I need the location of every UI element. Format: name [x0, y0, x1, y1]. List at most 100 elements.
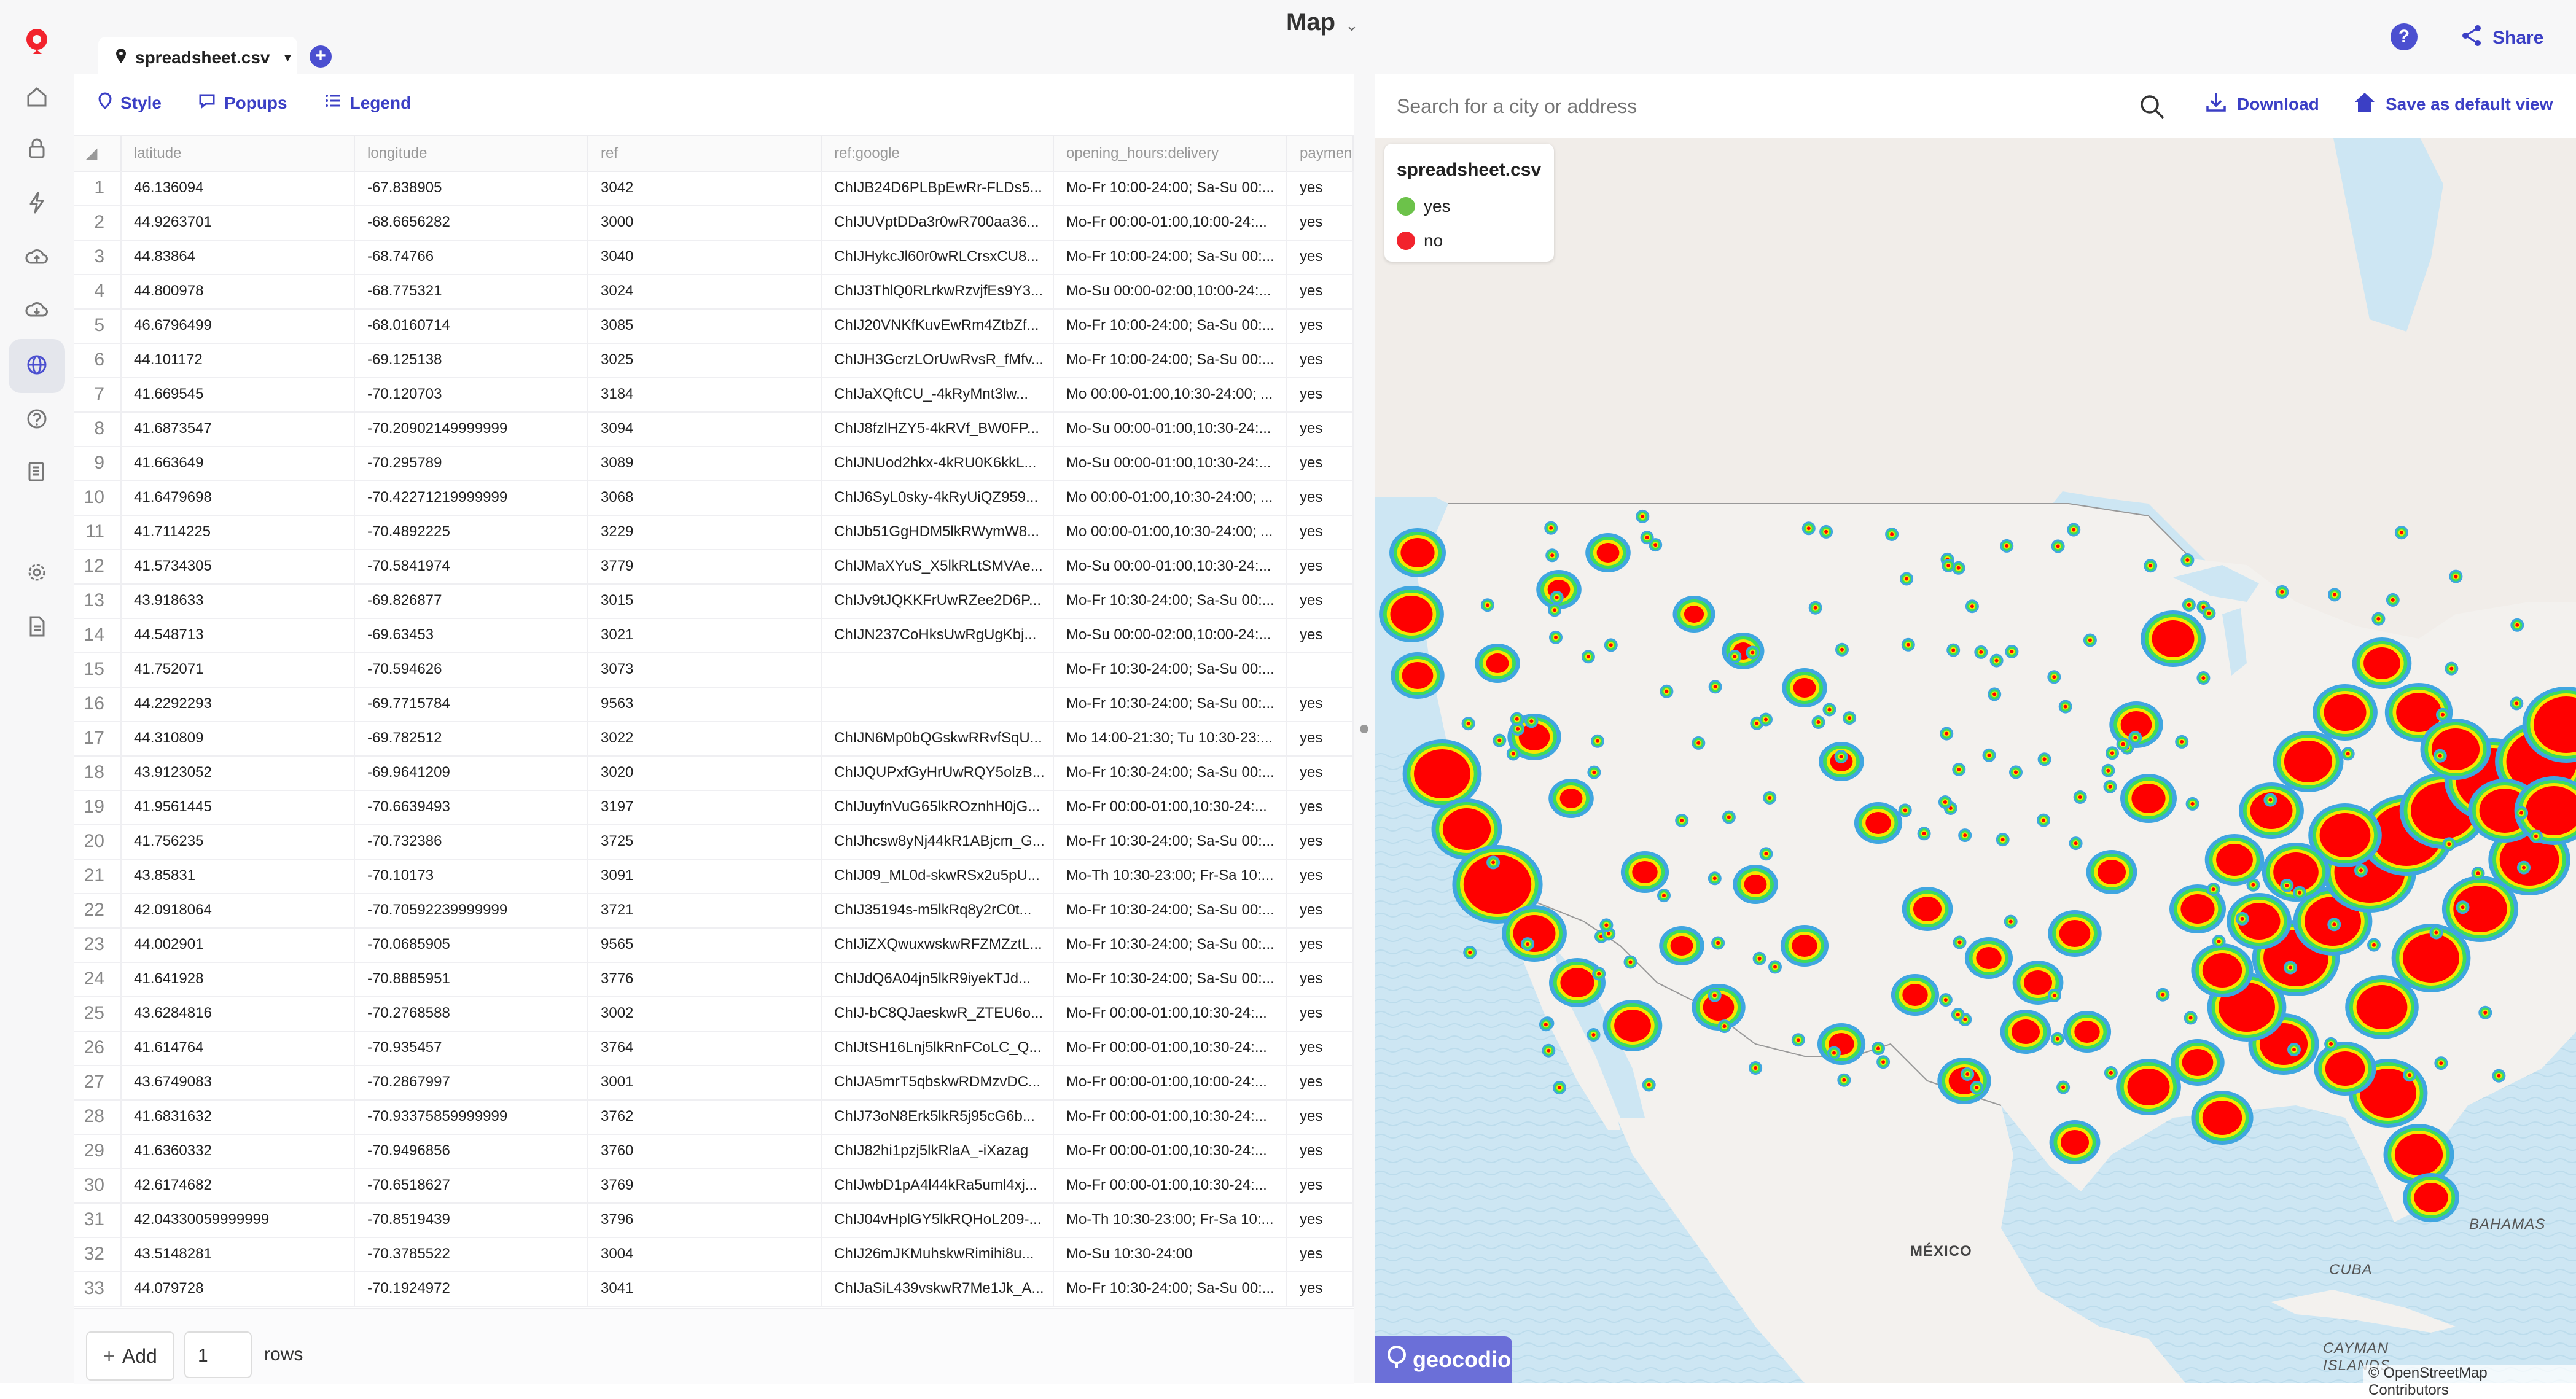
table-cell[interactable]: Mo-Fr 10:30-24:00; Sa-Su 00:... [1054, 962, 1287, 996]
book-icon[interactable] [22, 457, 52, 486]
table-row[interactable]: 1041.6479698-70.422712199999993068ChIJ6S… [74, 480, 1354, 516]
home-icon[interactable] [22, 82, 52, 112]
cloud-download-icon[interactable] [22, 295, 52, 324]
add-tab-button[interactable]: + [310, 45, 332, 68]
table-cell[interactable]: ChIJ73oN8Erk5lkR5j95cG6b... [822, 1099, 1054, 1134]
table-cell[interactable]: ChIJv9tJQKKFrUwRZee2D6P... [822, 583, 1054, 618]
table-cell[interactable]: ChIJA5mrT5qbskwRDMzvDC... [822, 1065, 1054, 1099]
table-cell[interactable]: ChIJN237CoHksUwRgUgKbj... [822, 618, 1054, 652]
table-cell[interactable]: 41.669545 [122, 377, 355, 411]
table-cell[interactable]: 3769 [588, 1168, 822, 1202]
table-cell[interactable]: -70.2768588 [355, 996, 588, 1031]
table-cell[interactable]: 41.6831632 [122, 1099, 355, 1134]
table-cell[interactable]: ChIJUVptDDa3r0wR700aa36... [822, 205, 1054, 240]
style-button[interactable]: Style [98, 92, 162, 114]
tab-spreadsheet[interactable]: spreadsheet.csv ▼ [98, 37, 297, 79]
table-row[interactable]: 3142.04330059999999-70.85194393796ChIJ04… [74, 1202, 1354, 1238]
table-cell[interactable]: yes [1287, 274, 1354, 308]
table-cell[interactable]: Mo 14:00-21:30; Tu 10:30-23:... [1054, 721, 1287, 755]
table-cell[interactable]: yes [1287, 1271, 1354, 1306]
table-cell[interactable]: 46.6796499 [122, 308, 355, 343]
table-cell[interactable]: -70.2867997 [355, 1065, 588, 1099]
table-cell[interactable]: Mo-Fr 10:30-24:00; Sa-Su 00:... [1054, 893, 1287, 927]
table-cell[interactable]: -70.594626 [355, 652, 588, 687]
table-cell[interactable]: -70.1924972 [355, 1271, 588, 1306]
table-cell[interactable]: Mo-Fr 10:30-24:00; Sa-Su 00:... [1054, 583, 1287, 618]
table-cell[interactable]: 44.310809 [122, 721, 355, 755]
table-cell[interactable]: -69.63453 [355, 618, 588, 652]
popups-button[interactable]: Popups [198, 92, 287, 114]
table-cell[interactable]: 3796 [588, 1202, 822, 1237]
globe-icon[interactable] [22, 350, 52, 380]
table-cell[interactable]: ChIJ04vHplGY5lkRQHoL209-... [822, 1202, 1054, 1237]
table-cell[interactable]: 44.800978 [122, 274, 355, 308]
table-cell[interactable]: 41.752071 [122, 652, 355, 687]
search-input[interactable] [1395, 87, 2012, 125]
table-cell[interactable]: 3022 [588, 721, 822, 755]
table-cell[interactable]: 3041 [588, 1271, 822, 1306]
table-cell[interactable]: 42.0918064 [122, 893, 355, 927]
table-cell[interactable]: 3762 [588, 1099, 822, 1134]
chevron-down-icon[interactable]: ⌄ [1345, 16, 1359, 35]
table-cell[interactable]: 44.079728 [122, 1271, 355, 1306]
table-cell[interactable]: yes [1287, 1065, 1354, 1099]
table-cell[interactable]: ChIJ26mJKMuhskwRimihi8u... [822, 1237, 1054, 1271]
table-row[interactable]: 1644.2292293-69.77157849563Mo-Fr 10:30-2… [74, 687, 1354, 722]
table-cell[interactable]: 44.83864 [122, 240, 355, 274]
table-cell[interactable]: Mo-Fr 00:00-01:00,10:30-24:... [1054, 996, 1287, 1031]
table-cell[interactable]: yes [1287, 859, 1354, 893]
cloud-upload-icon[interactable] [22, 242, 52, 271]
table-cell[interactable]: ChIJHykcJl60r0wRLCrsxCU8... [822, 240, 1054, 274]
table-cell[interactable]: -70.10173 [355, 859, 588, 893]
table-cell[interactable]: yes [1287, 583, 1354, 618]
table-cell[interactable]: yes [1287, 790, 1354, 824]
map-attribution[interactable]: © OpenStreetMap Contributors [2363, 1365, 2576, 1399]
table-cell[interactable]: Mo-Fr 00:00-01:00,10:00-24:... [1054, 205, 1287, 240]
table-cell[interactable]: yes [1287, 1202, 1354, 1237]
table-cell[interactable]: 3000 [588, 205, 822, 240]
table-row[interactable]: 146.136094-67.8389053042ChIJB24D6PLBpEwR… [74, 171, 1354, 206]
table-cell[interactable]: 41.6360332 [122, 1134, 355, 1168]
table-cell[interactable]: ChIJuyfnVuG65lkROznhH0jG... [822, 790, 1054, 824]
save-default-view-button[interactable]: Save as default view [2352, 90, 2553, 119]
table-row[interactable]: 2344.002901-70.06859059565ChIJiZXQwuxwsk… [74, 927, 1354, 963]
table-cell[interactable]: -70.732386 [355, 824, 588, 859]
table-row[interactable]: 444.800978-68.7753213024ChIJ3ThlQ0RLrkwR… [74, 274, 1354, 310]
table-cell[interactable]: -70.9496856 [355, 1134, 588, 1168]
table-cell[interactable]: 42.04330059999999 [122, 1202, 355, 1237]
table-cell[interactable]: Mo-Fr 10:00-24:00; Sa-Su 00:... [1054, 240, 1287, 274]
table-cell[interactable]: Mo-Fr 00:00-01:00,10:30-24:... [1054, 1099, 1287, 1134]
table-cell[interactable]: ChIJ6SyL0sky-4kRyUiQZ959... [822, 480, 1054, 515]
table-cell[interactable]: yes [1287, 411, 1354, 446]
table-cell[interactable]: -69.826877 [355, 583, 588, 618]
table-row[interactable]: 244.9263701-68.66562823000ChIJUVptDDa3r0… [74, 205, 1354, 241]
geocodio-logo[interactable]: geocodio [1375, 1336, 1512, 1383]
table-cell[interactable]: 3073 [588, 652, 822, 687]
help-circle-icon[interactable] [22, 404, 52, 434]
table-cell[interactable]: Mo-Fr 10:30-24:00; Sa-Su 00:... [1054, 652, 1287, 687]
settings-icon[interactable] [22, 558, 52, 587]
table-cell[interactable]: -69.125138 [355, 343, 588, 377]
table-cell[interactable]: -70.935457 [355, 1031, 588, 1065]
table-cell[interactable]: Mo 00:00-01:00,10:30-24:00; ... [1054, 480, 1287, 515]
help-button[interactable]: ? [2391, 23, 2418, 50]
table-row[interactable]: 2441.641928-70.88859513776ChIJdQ6A04jn5l… [74, 962, 1354, 997]
table-cell[interactable]: 3025 [588, 343, 822, 377]
table-cell[interactable]: yes [1287, 549, 1354, 583]
table-cell[interactable]: Mo-Su 00:00-02:00,10:00-24:... [1054, 274, 1287, 308]
table-row[interactable]: 2143.85831-70.101733091ChIJ09_ML0d-skwRS… [74, 859, 1354, 894]
column-header[interactable]: latitude [122, 136, 355, 171]
table-cell[interactable]: yes [1287, 893, 1354, 927]
table-cell[interactable]: Mo 00:00-01:00,10:30-24:00; ... [1054, 515, 1287, 549]
table-cell[interactable]: yes [1287, 377, 1354, 411]
table-cell[interactable]: Mo-Su 00:00-01:00,10:30-24:... [1054, 446, 1287, 480]
table-cell[interactable]: 41.9561445 [122, 790, 355, 824]
table-cell[interactable]: Mo-Fr 10:00-24:00; Sa-Su 00:... [1054, 343, 1287, 377]
legend-button[interactable]: Legend [324, 92, 412, 114]
table-row[interactable]: 1444.548713-69.634533021ChIJN237CoHksUwR… [74, 618, 1354, 653]
table-cell[interactable]: yes [1287, 240, 1354, 274]
table-cell[interactable]: yes [1287, 687, 1354, 721]
table-cell[interactable]: -70.120703 [355, 377, 588, 411]
table-cell[interactable]: 41.614764 [122, 1031, 355, 1065]
table-cell[interactable]: ChIJMaXYuS_X5lkRLtSMVAe... [822, 549, 1054, 583]
